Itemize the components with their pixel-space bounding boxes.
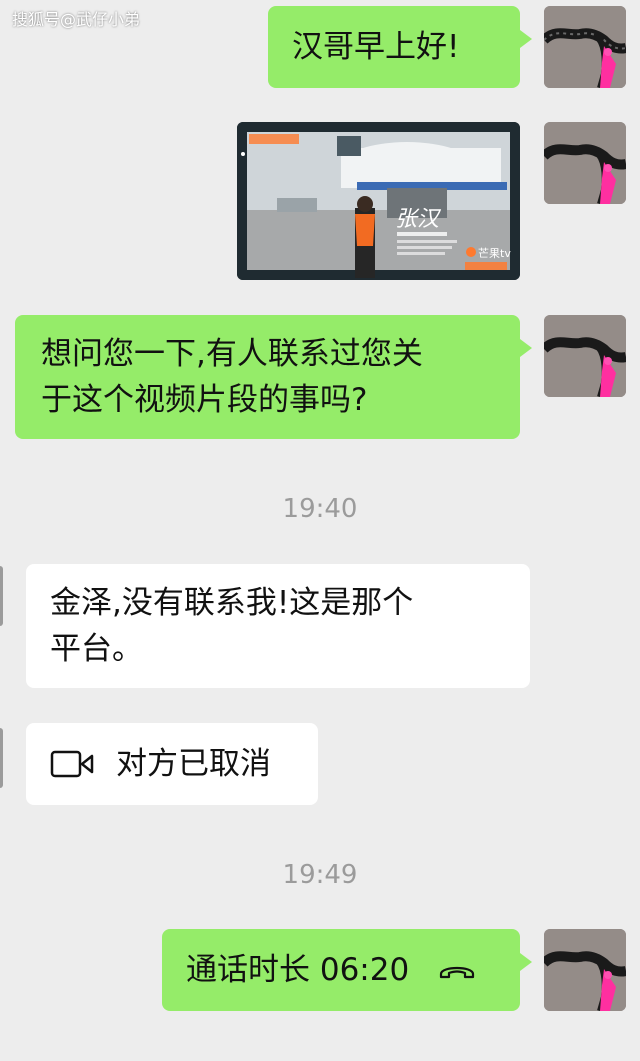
watermark: 搜狐号@武仔小弟 <box>12 10 141 29</box>
sent-message-bubble[interactable]: 想问您一下,有人联系过您关 于这个视频片段的事吗? <box>15 315 532 439</box>
message-text: 汉哥早上好! <box>292 29 460 65</box>
message-timestamp: 19:40 <box>282 494 358 524</box>
avatar-image <box>544 315 626 397</box>
sent-message-bubble[interactable]: 汉哥早上好! <box>268 6 532 88</box>
avatar[interactable] <box>544 6 626 88</box>
message-text-line: 于这个视频片段的事吗? <box>41 382 368 418</box>
channel-logo-text: 芒果tv <box>478 247 511 260</box>
message-text: 通话时长 06:20 <box>186 952 410 988</box>
avatar[interactable] <box>544 929 626 1011</box>
message-text-line: 想问您一下,有人联系过您关 <box>41 336 423 372</box>
message-text: 对方已取消 <box>116 746 271 782</box>
message-text-line: 平台。 <box>50 631 143 667</box>
message-timestamp: 19:49 <box>282 860 358 890</box>
avatar-image <box>544 122 626 204</box>
video-more-icon[interactable] <box>236 152 250 212</box>
avatar[interactable] <box>544 122 626 204</box>
received-message-bubble[interactable]: 金泽,没有联系我!这是那个 平台。 <box>26 564 530 688</box>
video-camera-icon <box>50 750 94 778</box>
video-call-cancelled-bubble[interactable]: 对方已取消 <box>26 723 318 805</box>
avatar[interactable] <box>544 315 626 397</box>
contact-avatar-edge[interactable] <box>0 728 3 788</box>
message-text-line: 金泽,没有联系我!这是那个 <box>50 585 414 621</box>
call-duration-bubble[interactable]: 通话时长 06:20 <box>162 929 532 1011</box>
video-frame: 张汉 芒果tv <box>237 122 520 280</box>
phone-hangup-icon <box>440 966 475 979</box>
contact-avatar-edge[interactable] <box>0 566 3 626</box>
video-name-overlay: 张汉 <box>395 207 442 232</box>
avatar-image <box>544 6 626 88</box>
avatar-image <box>544 929 626 1011</box>
video-message-thumbnail[interactable]: 张汉 芒果tv <box>237 122 520 280</box>
